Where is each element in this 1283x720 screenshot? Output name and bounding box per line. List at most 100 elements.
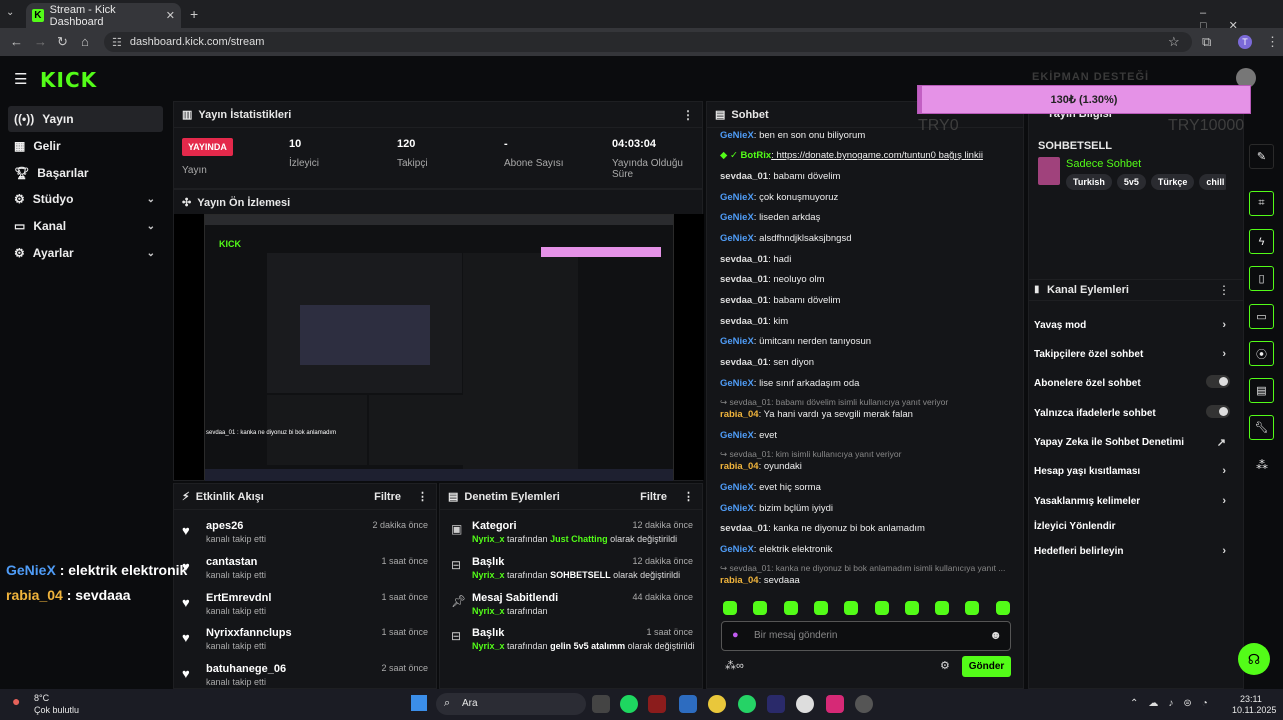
rail-tool-icon[interactable]: ⌗: [1249, 191, 1274, 216]
emote-icon[interactable]: [844, 601, 859, 615]
rail-more-icon[interactable]: ⁂: [1256, 458, 1268, 472]
emote-icon[interactable]: [813, 601, 828, 615]
stream-tag[interactable]: chill: [1199, 174, 1226, 190]
rail-bolt-icon[interactable]: ϟ: [1249, 229, 1274, 254]
rail-page-icon[interactable]: ▯: [1249, 266, 1274, 291]
rail-broadcast-icon[interactable]: ⦿: [1249, 341, 1274, 366]
sidebar-item-studyo[interactable]: ⚙ Stüdyo ⌄: [8, 186, 163, 212]
stream-title: SOHBETSELL: [1038, 140, 1112, 152]
profile-avatar[interactable]: T: [1238, 35, 1252, 49]
file-explorer-icon[interactable]: [592, 695, 610, 713]
emote-icon[interactable]: [723, 601, 737, 615]
site-info-icon[interactable]: ☷: [112, 36, 122, 49]
home-icon[interactable]: ⌂: [81, 34, 89, 49]
extensions-icon[interactable]: ⧉: [1202, 34, 1211, 50]
new-tab-button[interactable]: +: [190, 6, 198, 22]
channel-action-item[interactable]: İzleyici Yönlendir: [1034, 521, 1230, 532]
emoji-icon[interactable]: ☻: [989, 628, 1002, 642]
instagram-icon[interactable]: [826, 695, 844, 713]
rail-wrench-icon[interactable]: 🔧︎: [1249, 415, 1274, 440]
forward-icon[interactable]: →: [34, 34, 47, 49]
bookmark-star-icon[interactable]: ☆: [1168, 34, 1180, 50]
channel-action-item[interactable]: Hesap yaşı kısıtlaması ›: [1034, 465, 1230, 477]
more-options-icon[interactable]: ⋮: [682, 108, 694, 122]
emote-icon[interactable]: [965, 601, 980, 615]
category-name[interactable]: Sadece Sohbet: [1066, 158, 1141, 170]
moderation-item[interactable]: ⊟ Başlık Nyrix_x tarafından SOHBETSELL ola…: [447, 553, 697, 587]
support-chat-icon[interactable]: ☊: [1238, 643, 1270, 675]
moderation-filter-button[interactable]: Filtre: [640, 491, 667, 503]
reload-icon[interactable]: ↻: [57, 34, 68, 50]
activity-filter-button[interactable]: Filtre: [374, 491, 401, 503]
channel-action-item[interactable]: Yasaklanmış kelimeler ›: [1034, 495, 1230, 507]
overlay-chat-line: GeNieX : elektrik elektronik: [6, 562, 188, 578]
emote-icon[interactable]: [874, 601, 889, 615]
app-icon[interactable]: [648, 695, 666, 713]
channel-action-item[interactable]: Yalnızca ifadelerle sohbet: [1034, 405, 1230, 419]
after-effects-icon[interactable]: [767, 695, 785, 713]
send-button[interactable]: Gönder: [962, 656, 1011, 677]
system-tray-icons[interactable]: ⌃☁♪⊜◔: [1130, 698, 1218, 709]
emote-icon[interactable]: [783, 601, 798, 615]
more-options-icon[interactable]: ⋮: [683, 490, 694, 503]
chat-input[interactable]: ● Bir mesaj gönderin ☻: [721, 621, 1011, 651]
channel-action-item[interactable]: Hedefleri belirleyin ›: [1034, 545, 1230, 557]
stream-icon: ((•)): [14, 112, 35, 126]
app-icon[interactable]: [679, 695, 697, 713]
sidebar-item-yayin[interactable]: ((•)) Yayın: [8, 106, 163, 132]
toggle-switch[interactable]: [1206, 375, 1230, 388]
activity-item[interactable]: ♥ cantastan kanalı takip etti 1 saat önce: [182, 553, 432, 587]
channel-action-item[interactable]: Yapay Zeka ile Sohbet Denetimi ↗: [1034, 437, 1230, 449]
sidebar-item-ayarlar[interactable]: ⚙ Ayarlar ⌄: [8, 240, 163, 266]
more-options-icon[interactable]: ⋮: [417, 490, 428, 503]
emote-icon[interactable]: [935, 601, 950, 615]
chrome-icon[interactable]: [796, 695, 814, 713]
microphone-icon[interactable]: ●: [732, 629, 739, 641]
toggle-switch[interactable]: [1206, 405, 1230, 418]
close-tab-icon[interactable]: ✕: [166, 9, 175, 22]
sidebar-item-kanal[interactable]: ▭ Kanal ⌄: [8, 213, 163, 239]
channel-actions-title: Kanal Eylemleri: [1047, 284, 1129, 296]
start-windows-icon[interactable]: [411, 695, 427, 711]
heart-icon: ♥: [182, 630, 190, 645]
moderation-item[interactable]: ⊟ Başlık Nyrix_x tarafından gelin 5v5 atal…: [447, 624, 697, 658]
emote-icon[interactable]: [995, 601, 1010, 615]
sidebar-item-basarilar[interactable]: 🏆︎ Başarılar: [8, 160, 163, 186]
channel-action-item[interactable]: Yavaş mod ›: [1034, 319, 1230, 331]
address-bar[interactable]: ☷ dashboard.kick.com/stream: [104, 32, 1192, 52]
activity-item[interactable]: ♥ Nyrixxfannclups kanalı takip etti 1 saat …: [182, 624, 432, 658]
browser-menu-icon[interactable]: ⋮: [1266, 34, 1279, 50]
whatsapp-icon[interactable]: [738, 695, 756, 713]
rail-chat-icon[interactable]: ▭: [1249, 304, 1274, 329]
more-options-icon[interactable]: ⋮: [1218, 283, 1230, 297]
kick-logo[interactable]: KICK: [40, 68, 97, 92]
moderation-item[interactable]: 📌︎ Mesaj Sabitlendi Nyrix_x tarafından 44 d…: [447, 589, 697, 623]
emote-icon[interactable]: [904, 601, 919, 615]
emote-icon[interactable]: [753, 601, 768, 615]
channel-action-item[interactable]: Abonelere özel sohbet: [1034, 375, 1230, 389]
chat-extras-icon[interactable]: ⁂∞: [725, 659, 744, 672]
stream-tag[interactable]: Türkçe: [1150, 174, 1195, 190]
browser-tab[interactable]: K Stream - Kick Dashboard ✕: [26, 3, 181, 28]
stat-viewers: 10 İzleyici: [289, 138, 320, 169]
app-icon[interactable]: [855, 695, 873, 713]
back-icon[interactable]: ←: [10, 34, 23, 49]
tab-list-button[interactable]: ⌄: [6, 7, 14, 18]
hamburger-menu-icon[interactable]: ☰: [14, 70, 27, 88]
chat-settings-icon[interactable]: ⚙: [940, 659, 950, 672]
activity-item[interactable]: ♥ ErtEmrevdnl kanalı takip etti 1 saat önce: [182, 589, 432, 623]
chevron-down-icon: ⌄: [146, 220, 155, 232]
stream-preview-video[interactable]: KICK sevdaa_01 : kanka ne diyonuz bi bok…: [174, 214, 704, 481]
app-icon[interactable]: [708, 695, 726, 713]
stream-tag[interactable]: 5v5: [1116, 174, 1146, 190]
sidebar-item-gelir[interactable]: ▦ Gelir: [8, 133, 163, 159]
taskbar-search[interactable]: ⌕ Ara: [436, 693, 586, 715]
stream-tag[interactable]: Turkish: [1066, 174, 1112, 190]
edit-pencil-icon[interactable]: ✎: [1249, 144, 1274, 169]
channel-action-item[interactable]: Takipçilere özel sohbet ›: [1034, 348, 1230, 360]
moderation-item[interactable]: ▣ Kategori Nyrix_x tarafından Just Chattin…: [447, 517, 697, 551]
spotify-icon[interactable]: [620, 695, 638, 713]
rail-grid-icon[interactable]: ▤: [1249, 378, 1274, 403]
activity-item[interactable]: ♥ apes26 kanalı takip etti 2 dakika önce: [182, 517, 432, 551]
clock-time: 23:11: [1240, 694, 1262, 704]
